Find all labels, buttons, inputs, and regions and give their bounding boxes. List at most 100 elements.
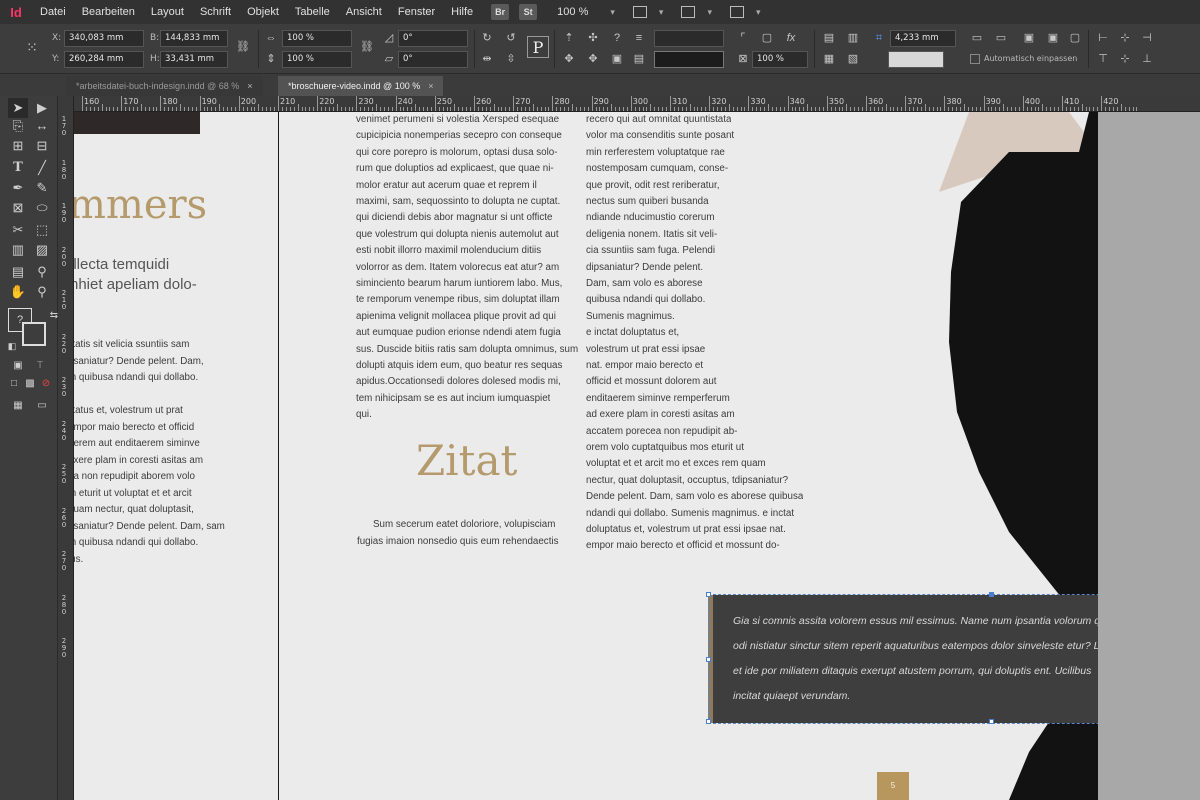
text-line[interactable]: quibusa ndandi qui dollabo. [586, 292, 705, 309]
screen-mode-icon[interactable] [681, 6, 696, 18]
text-line[interactable]: qui diciendi debis abor magnatur si unt … [356, 210, 552, 227]
ellipse-tool-icon[interactable]: ⬭ [32, 198, 52, 218]
x-position-field[interactable]: 340,083 mm [64, 30, 144, 47]
chevron-down-icon[interactable]: ▾ [659, 7, 664, 18]
fill-proportionally-icon[interactable]: ▣ [1046, 31, 1060, 45]
align-top-icon[interactable]: ⊤ [1096, 52, 1110, 66]
rotate-cw-icon[interactable]: ↻ [480, 31, 494, 45]
resize-handle[interactable] [989, 592, 994, 597]
text-line[interactable]: nat. empor maio berecto et [586, 358, 703, 375]
menu-ansicht[interactable]: Ansicht [338, 6, 390, 18]
text-line[interactable]: nectur, quat doluptasit, occuptus, tdips… [586, 473, 788, 490]
right-page[interactable]: venimet perumeni si volestia Xersped ese… [278, 112, 1200, 800]
close-icon[interactable]: × [247, 81, 252, 91]
image-frame[interactable] [74, 112, 200, 134]
text-line[interactable]: ndiande nducimustio corerum [586, 210, 715, 227]
text-line[interactable]: cia ssuntiis sam fuga. Pelendi [586, 243, 715, 260]
align-center-icon[interactable]: ⊹ [1118, 31, 1132, 45]
menu-fenster[interactable]: Fenster [390, 6, 443, 18]
constrain-scale-icon[interactable]: ⛓ [360, 40, 374, 54]
text-wrap-jump-icon[interactable]: ▧ [846, 52, 860, 66]
text-line[interactable]: aut eumquae pudion erionse ndendi atem f… [356, 325, 561, 342]
text-line[interactable]: empor maio berecto et officid et mossunt… [586, 538, 780, 555]
normal-mode-icon[interactable]: ▦ [8, 396, 28, 416]
stroke-swatch[interactable] [654, 51, 724, 68]
text-line[interactable]: apidus.Occationsedi dolores dolesed modi… [356, 374, 561, 391]
resize-handle[interactable] [706, 657, 711, 662]
text-line[interactable]: ea non repudipit aborem volo [74, 469, 195, 486]
formatting-text-icon[interactable]: T [30, 356, 50, 376]
scale-y-field[interactable]: 100 % [282, 51, 352, 68]
text-line[interactable]: psaniatur? Dende pelent. Dam, [74, 354, 204, 371]
zitat-heading[interactable]: Zitat [416, 436, 517, 485]
tab-arbeitsdatei[interactable]: *arbeitsdatei-buch-indesign.indd @ 68 % × [66, 76, 263, 96]
select-container-icon[interactable]: ⇡ [562, 31, 576, 45]
gradient-feather-tool-icon[interactable]: ▨ [32, 240, 52, 260]
rotate-ccw-icon[interactable]: ↺ [504, 31, 518, 45]
left-heading[interactable]: mmers [74, 182, 207, 228]
text-line[interactable]: dolupti atquis idem eum, quo beatur res … [356, 358, 562, 375]
align-middle-icon[interactable]: ⊹ [1118, 52, 1132, 66]
note-tool-icon[interactable]: ▤ [8, 262, 28, 282]
free-transform-tool-icon[interactable]: ⬚ [32, 220, 52, 240]
vertical-ruler[interactable]: 170 180 190 200 210 220 230 240 250 260 270 280 290 [58, 96, 74, 800]
text-line[interactable]: tem nihicipsam se es aut incium iumquasp… [356, 391, 550, 408]
text-line[interactable]: enditaerem siminve remperferum [586, 391, 730, 408]
text-line[interactable]: volestrum ut prat essi ipsae [586, 342, 705, 359]
type-tool-icon[interactable]: T [8, 158, 28, 178]
shear-field[interactable]: 0° [398, 51, 468, 68]
chevron-down-icon[interactable]: ▾ [610, 7, 615, 18]
zoom-level[interactable]: 100 % [547, 6, 598, 18]
zoom-tool-icon[interactable]: ⚲ [32, 282, 52, 302]
chevron-down-icon[interactable]: ▾ [756, 7, 761, 18]
menu-tabelle[interactable]: Tabelle [287, 6, 338, 18]
document-canvas[interactable]: mmers illecta temquidi nhiet apeliam dol… [74, 112, 1200, 800]
opacity-field[interactable]: 100 % [752, 51, 808, 68]
view-options-icon[interactable] [632, 6, 647, 18]
quote-line-2[interactable]: fugias imaion nonsedio quis eum rehendae… [357, 534, 559, 551]
scale-x-field[interactable]: 100 % [282, 30, 352, 47]
menu-objekt[interactable]: Objekt [239, 6, 287, 18]
select-content-icon[interactable]: ✣ [586, 31, 600, 45]
gradient-swatch-tool-icon[interactable]: ▥ [8, 240, 28, 260]
y-position-field[interactable]: 260,284 mm [64, 51, 144, 68]
text-line[interactable]: cupicipicia nonemperias secepro con cons… [356, 128, 562, 145]
eyedropper-tool-icon[interactable]: ⚲ [32, 262, 52, 282]
text-line[interactable]: Dam, sam volo es aborese [586, 276, 703, 293]
text-line[interactable]: orem volo cuptatquibus mos eturit ut [586, 440, 744, 457]
pasteboard[interactable] [1098, 112, 1200, 800]
text-line[interactable]: quam nectur, quat doluptasit, [74, 502, 194, 519]
content-collector-icon[interactable]: ⊞ [8, 136, 28, 156]
width-field[interactable]: 144,833 mm [160, 30, 228, 47]
text-line[interactable]: m eturit ut voluptat et et arcit [74, 486, 192, 503]
text-line[interactable]: empor maio berecto et officid [74, 420, 194, 437]
formatting-container-icon[interactable]: ▣ [8, 356, 28, 376]
resize-handle[interactable] [706, 592, 711, 597]
text-line[interactable]: litatus et, volestrum ut prat [74, 403, 183, 420]
text-line[interactable]: qui. [356, 407, 372, 424]
text-line[interactable]: sus. Duscide bitiis ratis sam dolupta om… [356, 342, 578, 359]
resize-handle[interactable] [989, 719, 994, 724]
rectangle-frame-tool-icon[interactable]: ⊠ [8, 198, 28, 218]
autofit-checkbox[interactable] [970, 54, 980, 64]
fill-icon[interactable]: ▤ [632, 52, 646, 66]
text-line[interactable]: nostemposam cumquam, conse- [586, 161, 728, 178]
text-line[interactable]: voluptat et et arcit mo et exces rem qua… [586, 456, 766, 473]
text-line[interactable]: maximi, sam, sequossinto to dolupta ne c… [356, 194, 560, 211]
align-bottom-icon[interactable]: ⊥ [1140, 52, 1154, 66]
menu-layout[interactable]: Layout [143, 6, 192, 18]
left-subhead-line-2[interactable]: nhiet apeliam dolo- [74, 276, 197, 293]
chevron-down-icon[interactable]: ▾ [707, 7, 712, 18]
text-line[interactable]: ius. [74, 552, 83, 569]
text-line[interactable]: siminciento bearum harum iuntiorem labo.… [356, 276, 562, 293]
text-line[interactable]: volor ma consenditis sunte posant [586, 128, 734, 145]
pencil-tool-icon[interactable]: ✎ [32, 178, 52, 198]
text-line[interactable]: que volestrum qui dolupta nienis autemol… [356, 227, 559, 244]
arrange-documents-icon[interactable] [729, 6, 744, 18]
text-line[interactable]: te remporum venempe ribus, sim doluptat … [356, 292, 560, 309]
text-line[interactable]: que provit, odit rest reriberatur, [586, 178, 719, 195]
stroke-color-icon[interactable] [22, 322, 46, 346]
text-line[interactable]: litatis sit velicia ssuntiis sam [74, 337, 189, 354]
align-right-icon[interactable]: ⊣ [1140, 31, 1154, 45]
select-previous-icon[interactable]: ✥ [562, 52, 576, 66]
